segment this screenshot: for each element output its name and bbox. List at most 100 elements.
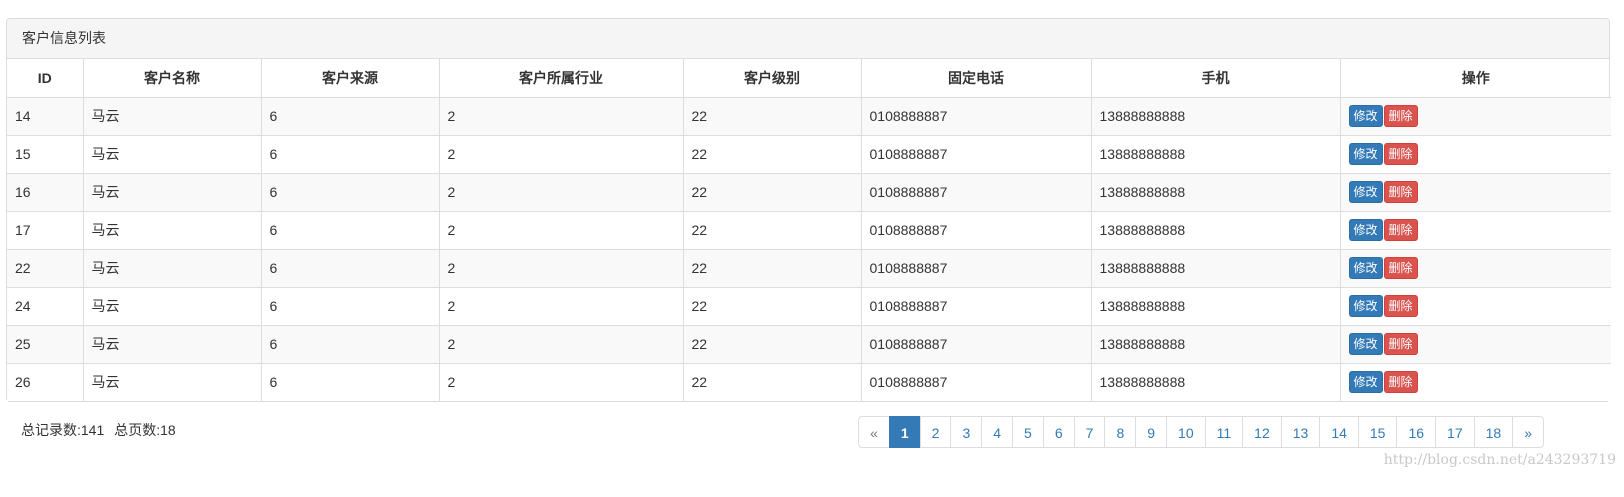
edit-button[interactable]: 修改 — [1348, 143, 1383, 165]
cell-level: 22 — [683, 173, 862, 212]
table-row: 24 马云 6 2 22 0108888887 13888888888 修改 删除 — [7, 287, 1611, 326]
cell-actions: 修改 删除 — [1340, 325, 1611, 364]
page-12-button[interactable]: 12 — [1242, 416, 1282, 448]
cell-customer-name: 马云 — [83, 173, 262, 212]
cell-industry: 2 — [439, 249, 684, 288]
edit-button[interactable]: 修改 — [1348, 333, 1383, 355]
cell-customer-name: 马云 — [83, 249, 262, 288]
column-header: 固定电话 — [861, 59, 1092, 98]
cell-id: 26 — [7, 363, 84, 401]
cell-level: 22 — [683, 97, 862, 136]
page-18-button[interactable]: 18 — [1473, 416, 1514, 448]
cell-id: 24 — [7, 287, 84, 326]
delete-button[interactable]: 删除 — [1383, 257, 1418, 279]
cell-phone: 0108888887 — [861, 249, 1092, 288]
edit-button[interactable]: 修改 — [1348, 257, 1383, 279]
cell-customer-name: 马云 — [83, 287, 262, 326]
delete-button[interactable]: 删除 — [1383, 105, 1418, 127]
cell-mobile: 13888888888 — [1091, 363, 1341, 401]
total-records: 总记录数:141 — [21, 422, 105, 438]
column-header: ID — [7, 59, 84, 98]
prev-page-button[interactable]: « — [858, 416, 890, 448]
cell-industry: 2 — [439, 363, 684, 401]
page-14-button[interactable]: 14 — [1319, 416, 1359, 448]
watermark: http://blog.csdn.net/a243293719 — [1383, 452, 1616, 468]
cell-actions: 修改 删除 — [1340, 97, 1611, 136]
record-summary: 总记录数:141 总页数:18 — [21, 420, 186, 440]
edit-button[interactable]: 修改 — [1348, 371, 1383, 394]
page-16-button[interactable]: 16 — [1396, 416, 1437, 448]
page-1-button[interactable]: 1 — [888, 416, 921, 448]
page-2-button[interactable]: 2 — [919, 416, 952, 448]
customer-list-panel: 客户信息列表 ID 客户名称 客户来源 客户所属行业 客户级别 固定电话 手机 操作 14 马云… — [6, 18, 1611, 402]
cell-industry: 2 — [439, 173, 684, 212]
total-pages: 总页数:18 — [114, 422, 176, 438]
cell-source: 6 — [261, 287, 440, 326]
table-body: 14 马云 6 2 22 0108888887 13888888888 修改 删除 15 马云 6 2 2… — [7, 97, 1611, 401]
delete-button[interactable]: 删除 — [1383, 333, 1418, 355]
column-header: 客户级别 — [683, 59, 862, 98]
cell-actions: 修改 删除 — [1340, 135, 1611, 174]
cell-customer-name: 马云 — [83, 325, 262, 364]
delete-button[interactable]: 删除 — [1383, 371, 1418, 394]
delete-button[interactable]: 删除 — [1383, 219, 1418, 241]
cell-actions: 修改 删除 — [1340, 287, 1611, 326]
table-row: 26 马云 6 2 22 0108888887 13888888888 修改 删除 — [7, 363, 1611, 401]
delete-button[interactable]: 删除 — [1383, 143, 1418, 165]
page-15-button[interactable]: 15 — [1357, 416, 1398, 448]
table-row: 15 马云 6 2 22 0108888887 13888888888 修改 删除 — [7, 135, 1611, 174]
cell-source: 6 — [261, 363, 440, 401]
page-17-button[interactable]: 17 — [1435, 416, 1475, 448]
column-header: 客户来源 — [261, 59, 440, 98]
page-7-button[interactable]: 7 — [1073, 416, 1106, 448]
edit-button[interactable]: 修改 — [1348, 181, 1383, 203]
cell-id: 16 — [7, 173, 84, 212]
table-row: 17 马云 6 2 22 0108888887 13888888888 修改 删除 — [7, 211, 1611, 250]
page-3-button[interactable]: 3 — [950, 416, 983, 448]
column-header: 客户名称 — [83, 59, 262, 98]
page-8-button[interactable]: 8 — [1104, 416, 1137, 448]
page-4-button[interactable]: 4 — [981, 416, 1014, 448]
cell-level: 22 — [683, 211, 862, 250]
cell-mobile: 13888888888 — [1091, 135, 1341, 174]
cell-customer-name: 马云 — [83, 211, 262, 250]
table-row: 16 马云 6 2 22 0108888887 13888888888 修改 删除 — [7, 173, 1611, 212]
cell-level: 22 — [683, 325, 862, 364]
delete-button[interactable]: 删除 — [1383, 295, 1418, 317]
cell-phone: 0108888887 — [861, 363, 1092, 401]
cell-id: 15 — [7, 135, 84, 174]
cell-phone: 0108888887 — [861, 173, 1092, 212]
pagination: «1 2 3 4 5 6 7 8 9 10 11 12 13 14 15 16 17 18» — [858, 416, 1544, 448]
edit-button[interactable]: 修改 — [1348, 219, 1383, 241]
cell-phone: 0108888887 — [861, 211, 1092, 250]
page-9-button[interactable]: 9 — [1135, 416, 1168, 448]
next-page-button[interactable]: » — [1512, 416, 1544, 448]
column-header: 客户所属行业 — [439, 59, 684, 98]
cell-mobile: 13888888888 — [1091, 173, 1341, 212]
page-5-button[interactable]: 5 — [1012, 416, 1044, 448]
cell-mobile: 13888888888 — [1091, 211, 1341, 250]
cell-mobile: 13888888888 — [1091, 325, 1341, 364]
page-10-button[interactable]: 10 — [1166, 416, 1206, 448]
cell-actions: 修改 删除 — [1340, 363, 1611, 401]
cell-phone: 0108888887 — [861, 97, 1092, 136]
cell-level: 22 — [683, 287, 862, 326]
table-row: 14 马云 6 2 22 0108888887 13888888888 修改 删除 — [7, 97, 1611, 136]
cell-customer-name: 马云 — [83, 135, 262, 174]
page-6-button[interactable]: 6 — [1042, 416, 1075, 448]
cell-id: 22 — [7, 249, 84, 288]
page-13-button[interactable]: 13 — [1280, 416, 1321, 448]
edit-button[interactable]: 修改 — [1348, 295, 1383, 317]
cell-mobile: 13888888888 — [1091, 287, 1341, 326]
cell-phone: 0108888887 — [861, 287, 1092, 326]
edit-button[interactable]: 修改 — [1348, 105, 1383, 127]
cell-industry: 2 — [439, 211, 684, 250]
cell-industry: 2 — [439, 287, 684, 326]
delete-button[interactable]: 删除 — [1383, 181, 1418, 203]
panel-title: 客户信息列表 — [7, 19, 1609, 59]
cell-actions: 修改 删除 — [1340, 173, 1611, 212]
cell-id: 17 — [7, 211, 84, 250]
page-11-button[interactable]: 11 — [1204, 416, 1244, 448]
cell-customer-name: 马云 — [83, 363, 262, 401]
cell-level: 22 — [683, 363, 862, 401]
